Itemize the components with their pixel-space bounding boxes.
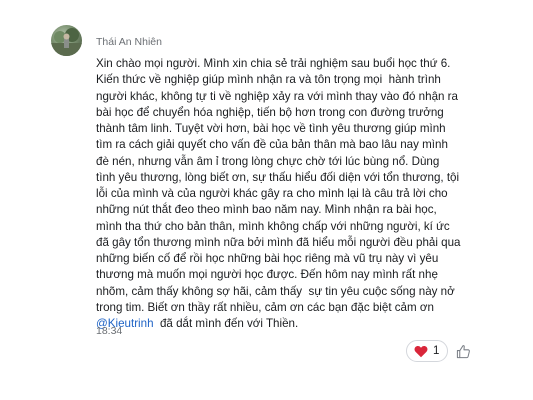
reaction-bar: 1 [406, 340, 474, 362]
message-line: Xin chào mọi người. Mình xin chia sẻ trả… [96, 57, 451, 70]
thumbs-up-icon[interactable] [452, 340, 474, 362]
message-timestamp: 18:34 [96, 325, 123, 337]
message-line: đã dắt mình đến với Thiền. [153, 317, 299, 330]
message-line: những nút thắt đeo theo mình bao năm nay… [96, 203, 437, 217]
message-line: trong tim. Biết ơn thầy rất nhiều, cảm ơ… [96, 300, 434, 314]
message-line: người khác, không tự ti về nghiệp xảy ra… [96, 89, 458, 103]
message-line: tìm ra cách giải quyết cho vấn đề của bả… [96, 138, 448, 152]
chat-message-card: Thái An Nhiên Xin chào mọi người. Mình x… [0, 0, 533, 400]
message-line: những biến cố để rồi học những bài học r… [96, 252, 439, 265]
message-line: thương mà muốn mọi người học được. Đến h… [96, 268, 438, 282]
author-name[interactable]: Thái An Nhiên [96, 36, 162, 48]
heart-reaction-button[interactable]: 1 [406, 340, 449, 362]
message-line: tình yêu thương, lòng biết ơn, sự thấu h… [96, 170, 460, 184]
message-line: mình tha thứ cho bản thân, mình không ch… [96, 219, 450, 233]
message-line: bài học để chuyển hóa nghiệp, tiến bộ hơ… [96, 105, 444, 119]
card-bottom-edge [0, 384, 533, 400]
message-line: lỗi của mình và của người khác gây ra ch… [96, 187, 448, 200]
avatar[interactable] [51, 25, 82, 56]
heart-icon [414, 345, 428, 358]
message-body: Xin chào mọi người. Mình xin chia sẻ trả… [96, 56, 486, 332]
message-line: thành tâm linh. Tuyệt vời hơn, bài học v… [96, 122, 446, 135]
avatar-photo [51, 28, 82, 56]
message-line: đè nén, nhưng vẫn âm ỉ trong lòng chực c… [96, 154, 440, 168]
message-line: nhõm, cảm thấy không sợ hãi, cảm thấy sự… [96, 284, 455, 298]
reaction-count: 1 [433, 345, 440, 357]
message-line: Kiến thức về nghiệp giúp mình nhận ra và… [96, 73, 441, 87]
message-line: đã gây tổn thương mình nữa bởi mình đã h… [96, 235, 461, 249]
